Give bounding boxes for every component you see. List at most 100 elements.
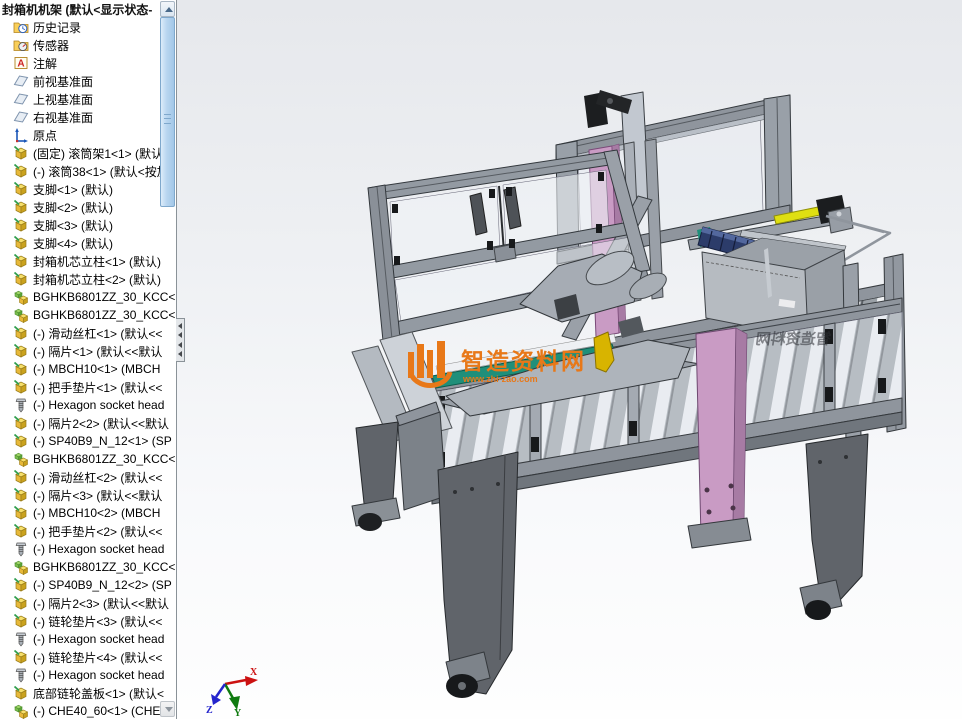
tree-item-label: (-) 隔片<3> (默认<<默认	[33, 488, 163, 503]
tree-item-label: (-) SP40B9_N_12<1> (SP	[33, 434, 172, 448]
tree-item[interactable]: 封箱机芯立柱<2> (默认)	[0, 270, 176, 288]
tree-item-label: (-) 链轮垫片<3> (默认<<	[33, 614, 163, 629]
tree-item[interactable]: (-) 把手垫片<2> (默认<<	[0, 522, 176, 540]
tree-item[interactable]: 底部链轮盖板<1> (默认<	[0, 684, 176, 702]
assembly-icon	[13, 307, 29, 323]
tree-item[interactable]: BGHKB6801ZZ_30_KCC<	[0, 306, 176, 324]
scroll-down-button[interactable]	[160, 701, 175, 717]
tree-item[interactable]: BGHKB6801ZZ_30_KCC<	[0, 558, 176, 576]
scroll-up-button[interactable]	[160, 1, 175, 17]
part-icon	[13, 613, 29, 629]
part-icon	[13, 145, 29, 161]
tree-item[interactable]: 传感器	[0, 36, 176, 54]
plane-icon	[13, 73, 29, 89]
tree-item-label: BGHKB6801ZZ_30_KCC<	[33, 560, 176, 574]
part-icon	[13, 325, 29, 341]
scrollbar-thumb[interactable]	[160, 17, 175, 207]
tree-item[interactable]: (-) SP40B9_N_12<2> (SP	[0, 576, 176, 594]
screw-icon	[13, 397, 29, 413]
tree-item-label: BGHKB6801ZZ_30_KCC<	[33, 290, 176, 304]
tree-item-label: BGHKB6801ZZ_30_KCC<	[33, 308, 176, 322]
tree-item[interactable]: (-) Hexagon socket head	[0, 540, 176, 558]
tree-item-label: 原点	[33, 128, 58, 143]
tree-item[interactable]: 支脚<1> (默认)	[0, 180, 176, 198]
part-icon	[13, 163, 29, 179]
tree-item[interactable]: (固定) 滚筒架1<1> (默认-	[0, 144, 176, 162]
annotations-folder-icon	[13, 55, 29, 71]
tree-item[interactable]: (-) 把手垫片<1> (默认<<	[0, 378, 176, 396]
table-leg-rear-left	[351, 421, 401, 531]
graphics-viewport[interactable]: 智造资料网 智造资料网 www.zhi-zao.com X Y Z	[177, 0, 962, 719]
tree-item-label: (-) CHE40_60<1> (CHE4	[33, 704, 168, 718]
tree-item-label: 支脚<1> (默认)	[33, 182, 114, 197]
tree-item[interactable]: 原点	[0, 126, 176, 144]
tree-item[interactable]: 前视基准面	[0, 72, 176, 90]
caster	[358, 513, 382, 531]
assembly-icon	[13, 559, 29, 575]
tree-item[interactable]: 支脚<4> (默认)	[0, 234, 176, 252]
tree-item-label: 底部链轮盖板<1> (默认<	[33, 686, 165, 701]
caster	[805, 600, 831, 620]
tree-scrollbar[interactable]	[160, 0, 175, 719]
tree-item-label: (-) MBCH10<1> (MBCH	[33, 362, 161, 376]
tree-item[interactable]: BGHKB6801ZZ_30_KCC<	[0, 288, 176, 306]
tree-item-label: 支脚<2> (默认)	[33, 200, 114, 215]
tree-item[interactable]: (-) 滑动丝杠<2> (默认<<	[0, 468, 176, 486]
tree-item[interactable]: 历史记录	[0, 18, 176, 36]
tree-item[interactable]: 右视基准面	[0, 108, 176, 126]
assembly-icon	[13, 451, 29, 467]
part-icon	[13, 217, 29, 233]
tree-item-label: 历史记录	[33, 20, 82, 35]
tree-item[interactable]: (-) Hexagon socket head	[0, 630, 176, 648]
feature-manager-panel: 封箱机机架 (默认<显示状态- 历史记录传感器 注解 前视基准面 上视基准面 右视基准面…	[0, 0, 177, 719]
part-icon	[13, 379, 29, 395]
tree-item[interactable]: (-) 滑动丝杠<1> (默认<<	[0, 324, 176, 342]
sensor-folder-icon	[13, 37, 29, 53]
part-icon	[13, 235, 29, 251]
tree-item[interactable]: (-) 链轮垫片<4> (默认<<	[0, 648, 176, 666]
tree-item-label: 封箱机芯立柱<1> (默认)	[33, 254, 162, 269]
part-icon	[13, 181, 29, 197]
tree-item-label: (固定) 滚筒架1<1> (默认-	[33, 146, 168, 161]
tree-item[interactable]: (-) 链轮垫片<3> (默认<<	[0, 612, 176, 630]
tree-item[interactable]: (-) 隔片<1> (默认<<默认	[0, 342, 176, 360]
tree-item[interactable]: (-) 隔片2<3> (默认<<默认	[0, 594, 176, 612]
tree-item[interactable]: (-) CHE40_60<1> (CHE4	[0, 702, 176, 719]
tree-item[interactable]: (-) Hexagon socket head	[0, 666, 176, 684]
assembly-icon	[13, 289, 29, 305]
tree-item[interactable]: 注解	[0, 54, 176, 72]
tree-item-label: (-) 把手垫片<1> (默认<<	[33, 380, 163, 395]
tree-item[interactable]: 上视基准面	[0, 90, 176, 108]
tree-item[interactable]: (-) MBCH10<2> (MBCH	[0, 504, 176, 522]
panel-splitter-tab[interactable]	[176, 318, 185, 362]
tree-item[interactable]: (-) 滚筒38<1> (默认<按加	[0, 162, 176, 180]
tree-item[interactable]: (-) Hexagon socket head	[0, 396, 176, 414]
tree-item-label: BGHKB6801ZZ_30_KCC<	[33, 452, 176, 466]
tree-item-label: (-) Hexagon socket head	[33, 542, 165, 556]
thumb-grip	[164, 114, 171, 124]
part-icon	[13, 361, 29, 377]
part-icon	[13, 415, 29, 431]
tree-item[interactable]: 封箱机芯立柱<1> (默认)	[0, 252, 176, 270]
tree-item[interactable]: (-) MBCH10<1> (MBCH	[0, 360, 176, 378]
tree-item[interactable]: 支脚<2> (默认)	[0, 198, 176, 216]
origin-icon	[13, 127, 29, 143]
tree-item-label: 传感器	[33, 38, 70, 53]
up-arrow-icon	[164, 7, 173, 12]
tree-item[interactable]: (-) SP40B9_N_12<1> (SP	[0, 432, 176, 450]
down-arrow-icon	[164, 707, 173, 712]
part-icon	[13, 487, 29, 503]
tree-item[interactable]: (-) 隔片<3> (默认<<默认	[0, 486, 176, 504]
tree-item[interactable]: 支脚<3> (默认)	[0, 216, 176, 234]
tree-item-label: (-) Hexagon socket head	[33, 668, 165, 682]
tree-item[interactable]: (-) 隔片2<2> (默认<<默认	[0, 414, 176, 432]
solidworks-screen: 智造资料网 智造资料网 www.zhi-zao.com X Y Z 封箱机机架 …	[0, 0, 962, 719]
part-icon	[13, 271, 29, 287]
tree-item[interactable]: BGHKB6801ZZ_30_KCC<	[0, 450, 176, 468]
assembly-root-item[interactable]: 封箱机机架 (默认<显示状态-	[0, 0, 176, 18]
tree-item-label: (-) 滑动丝杠<2> (默认<<	[33, 470, 163, 485]
cad-model[interactable]: 智造资料网 智造资料网 www.zhi-zao.com X Y Z	[206, 90, 907, 719]
part-icon	[13, 253, 29, 269]
tree-item-label: (-) 隔片2<3> (默认<<默认	[33, 596, 170, 611]
part-icon	[13, 199, 29, 215]
